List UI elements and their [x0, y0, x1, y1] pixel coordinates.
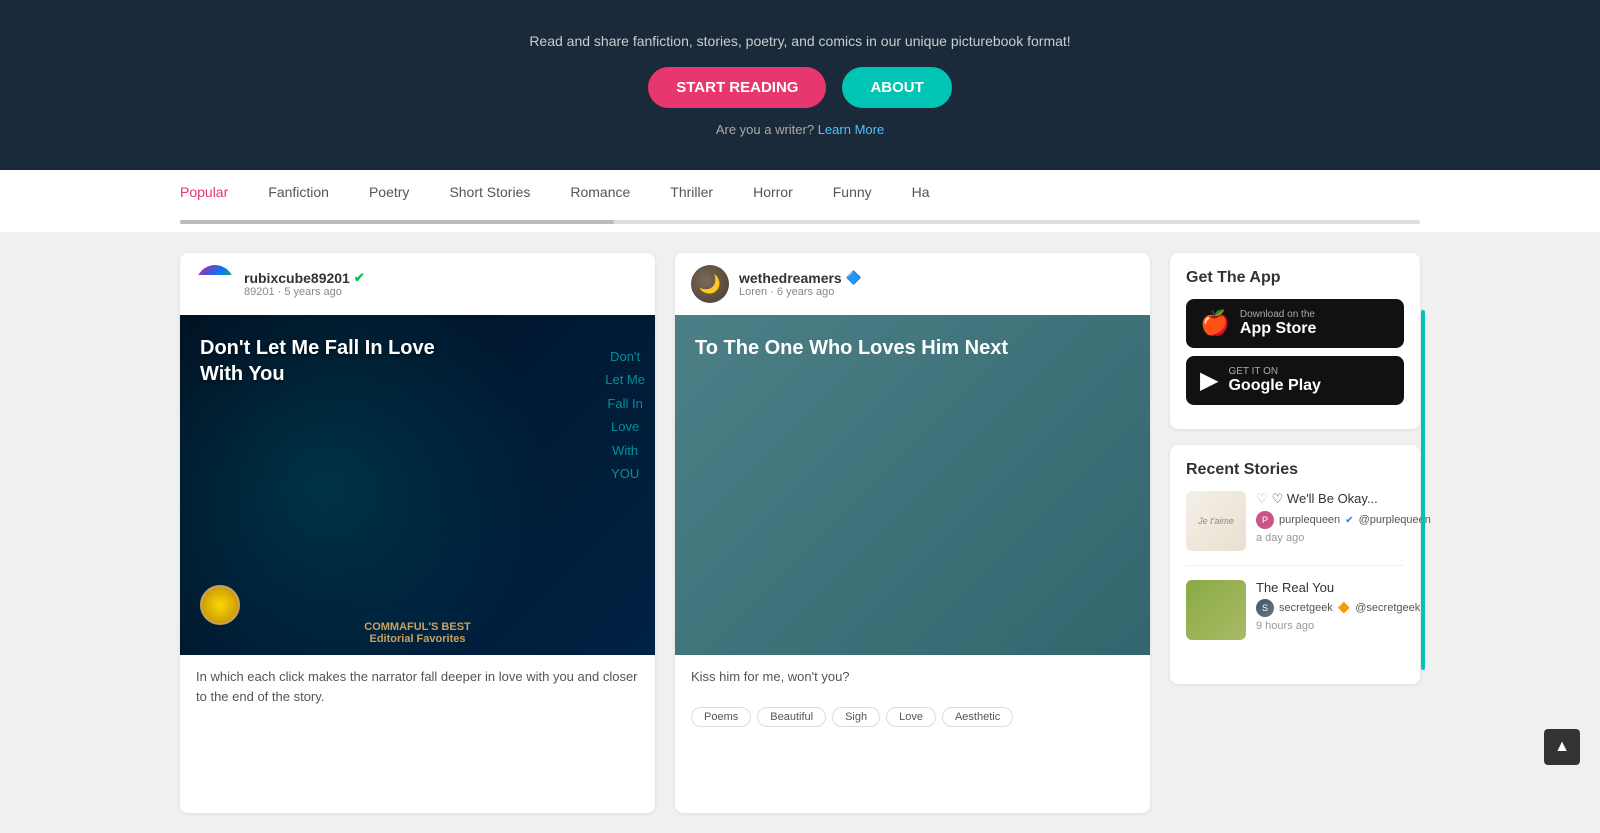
tag-aesthetic[interactable]: Aesthetic — [942, 707, 1013, 727]
app-download-section: Get The App 🍎 Download on the App Store … — [1170, 253, 1420, 429]
nav-tabs: Popular Fanfiction Poetry Short Stories … — [180, 170, 1420, 212]
card-1-tags — [180, 718, 655, 740]
story-cover-1[interactable]: Don't Let Me Fall In Love With You Don't… — [180, 315, 655, 655]
sidebar: Get The App 🍎 Download on the App Store … — [1170, 253, 1420, 813]
nav-tab-fanfiction[interactable]: Fanfiction — [268, 184, 329, 212]
cover-overlay — [675, 315, 1150, 655]
scroll-up-button[interactable]: ▲ — [1544, 729, 1580, 765]
heart-icon: ♡ — [1256, 491, 1268, 507]
recent-time-1: a day ago — [1256, 532, 1431, 544]
google-play-button[interactable]: ▶ GET IT ON Google Play — [1186, 356, 1404, 405]
nav-tab-thriller[interactable]: Thriller — [670, 184, 713, 212]
story-card-1: rubixcube89201 ✔ 89201 · 5 years ago Don… — [180, 253, 655, 813]
nav-scroll-thumb — [180, 220, 614, 224]
hero-buttons: START READING ABOUT — [648, 67, 952, 108]
app-store-main: App Store — [1240, 320, 1316, 338]
card-2-header: 🌙 wethedreamers 🔷 Loren · 6 years ago — [675, 253, 1150, 315]
card-1-user-info: rubixcube89201 ✔ 89201 · 5 years ago — [244, 270, 365, 298]
learn-more-link[interactable]: Learn More — [818, 122, 884, 137]
recent-verified-1: ✔ — [1345, 515, 1353, 526]
avatar-dreamers-img: 🌙 — [691, 265, 729, 303]
recent-stories-section: Recent Stories Je t'aime ♡ ♡ We'll Be Ok… — [1170, 445, 1420, 684]
writer-label: Are you a writer? — [716, 122, 814, 137]
card-2-username[interactable]: wethedreamers 🔷 — [739, 270, 862, 286]
recent-avatar-1: P — [1256, 511, 1274, 529]
recent-time-2: 9 hours ago — [1256, 620, 1420, 632]
card-2-description: Kiss him for me, won't you? — [675, 655, 1150, 699]
writer-cta: Are you a writer? Learn More — [716, 122, 884, 137]
commaful-badge: COMMAFUL'S BESTEditorial Favorites — [180, 621, 655, 645]
nav-tab-short-stories[interactable]: Short Stories — [449, 184, 530, 212]
avatar-dreamers[interactable]: 🌙 — [691, 265, 729, 303]
app-store-button[interactable]: 🍎 Download on the App Store — [1186, 299, 1404, 348]
hero-subtitle: Read and share fanfiction, stories, poet… — [529, 33, 1070, 49]
tag-poems[interactable]: Poems — [691, 707, 751, 727]
recent-verified-2: 🔶 — [1338, 603, 1350, 614]
google-play-icon: ▶ — [1200, 366, 1218, 395]
start-reading-button[interactable]: START READING — [648, 67, 826, 108]
scroll-up-icon: ▲ — [1554, 738, 1570, 756]
content-area: rubixcube89201 ✔ 89201 · 5 years ago Don… — [180, 253, 1150, 813]
app-section-title: Get The App — [1186, 269, 1404, 287]
nav-tab-poetry[interactable]: Poetry — [369, 184, 409, 212]
story-title-side: Don'tLet MeFall InLoveWithYOU — [605, 345, 645, 485]
card-1-header: rubixcube89201 ✔ 89201 · 5 years ago — [180, 253, 655, 315]
card-1-username[interactable]: rubixcube89201 ✔ — [244, 270, 365, 286]
verified-icon-2: 🔷 — [846, 270, 862, 286]
tag-sigh[interactable]: Sigh — [832, 707, 880, 727]
apple-icon: 🍎 — [1200, 309, 1230, 338]
app-store-text: Download on the App Store — [1240, 309, 1316, 338]
recent-story-1-user: P purplequeen ✔ @purplequeen — [1256, 511, 1431, 529]
recent-avatar-2: S — [1256, 599, 1274, 617]
avatar-rubix[interactable] — [196, 265, 234, 303]
recent-story-2-title: The Real You — [1256, 580, 1420, 595]
recent-handle-2: @secretgeek — [1355, 602, 1420, 614]
recent-story-2-info: The Real You S secretgeek 🔶 @secretgeek … — [1256, 580, 1420, 640]
tag-love[interactable]: Love — [886, 707, 936, 727]
google-play-main: Google Play — [1228, 377, 1320, 395]
card-1-description: In which each click makes the narrator f… — [180, 655, 655, 718]
gold-medal-icon — [200, 585, 240, 625]
recent-username-1: purplequeen — [1279, 514, 1340, 526]
card-2-meta: Loren · 6 years ago — [739, 286, 862, 298]
about-button[interactable]: ABOUT — [842, 67, 951, 108]
nav-scroll-bar[interactable] — [180, 220, 1420, 224]
card-2-tags: Poems Beautiful Sigh Love Aesthetic — [675, 699, 1150, 741]
recent-story-1-title: ♡ ♡ We'll Be Okay... — [1256, 491, 1431, 507]
recent-story-2[interactable]: The Real You S secretgeek 🔶 @secretgeek … — [1186, 580, 1404, 654]
nav-tab-horror[interactable]: Horror — [753, 184, 793, 212]
teal-accent-bar — [1421, 310, 1425, 670]
recent-username-2: secretgeek — [1279, 602, 1333, 614]
card-2-user-info: wethedreamers 🔷 Loren · 6 years ago — [739, 270, 862, 298]
story-title-overlay-2: To The One Who Loves Him Next — [695, 335, 1008, 361]
google-play-sub: GET IT ON — [1228, 366, 1320, 377]
google-play-text: GET IT ON Google Play — [1228, 366, 1320, 395]
recent-thumb-2 — [1186, 580, 1246, 640]
nav-tab-popular[interactable]: Popular — [180, 184, 228, 212]
recent-story-1-info: ♡ ♡ We'll Be Okay... P purplequeen ✔ @pu… — [1256, 491, 1431, 551]
tag-beautiful[interactable]: Beautiful — [757, 707, 826, 727]
recent-thumb-1: Je t'aime — [1186, 491, 1246, 551]
nav-tab-ha[interactable]: Ha — [912, 184, 930, 212]
hero-banner: Read and share fanfiction, stories, poet… — [0, 0, 1600, 170]
nav-tab-funny[interactable]: Funny — [833, 184, 872, 212]
story-title-overlay-1: Don't Let Me Fall In Love With You — [200, 335, 461, 387]
verified-icon-1: ✔ — [354, 270, 365, 286]
card-1-meta: 89201 · 5 years ago — [244, 286, 365, 298]
recent-stories-title: Recent Stories — [1186, 461, 1404, 479]
main-layout: rubixcube89201 ✔ 89201 · 5 years ago Don… — [0, 233, 1600, 833]
recent-story-1[interactable]: Je t'aime ♡ ♡ We'll Be Okay... P purpleq… — [1186, 491, 1404, 566]
recent-story-2-user: S secretgeek 🔶 @secretgeek — [1256, 599, 1420, 617]
nav-bar: Popular Fanfiction Poetry Short Stories … — [0, 170, 1600, 233]
story-cover-2[interactable]: To The One Who Loves Him Next — [675, 315, 1150, 655]
nav-tab-romance[interactable]: Romance — [570, 184, 630, 212]
app-store-sub: Download on the — [1240, 309, 1316, 320]
story-card-2: 🌙 wethedreamers 🔷 Loren · 6 years ago To… — [675, 253, 1150, 813]
